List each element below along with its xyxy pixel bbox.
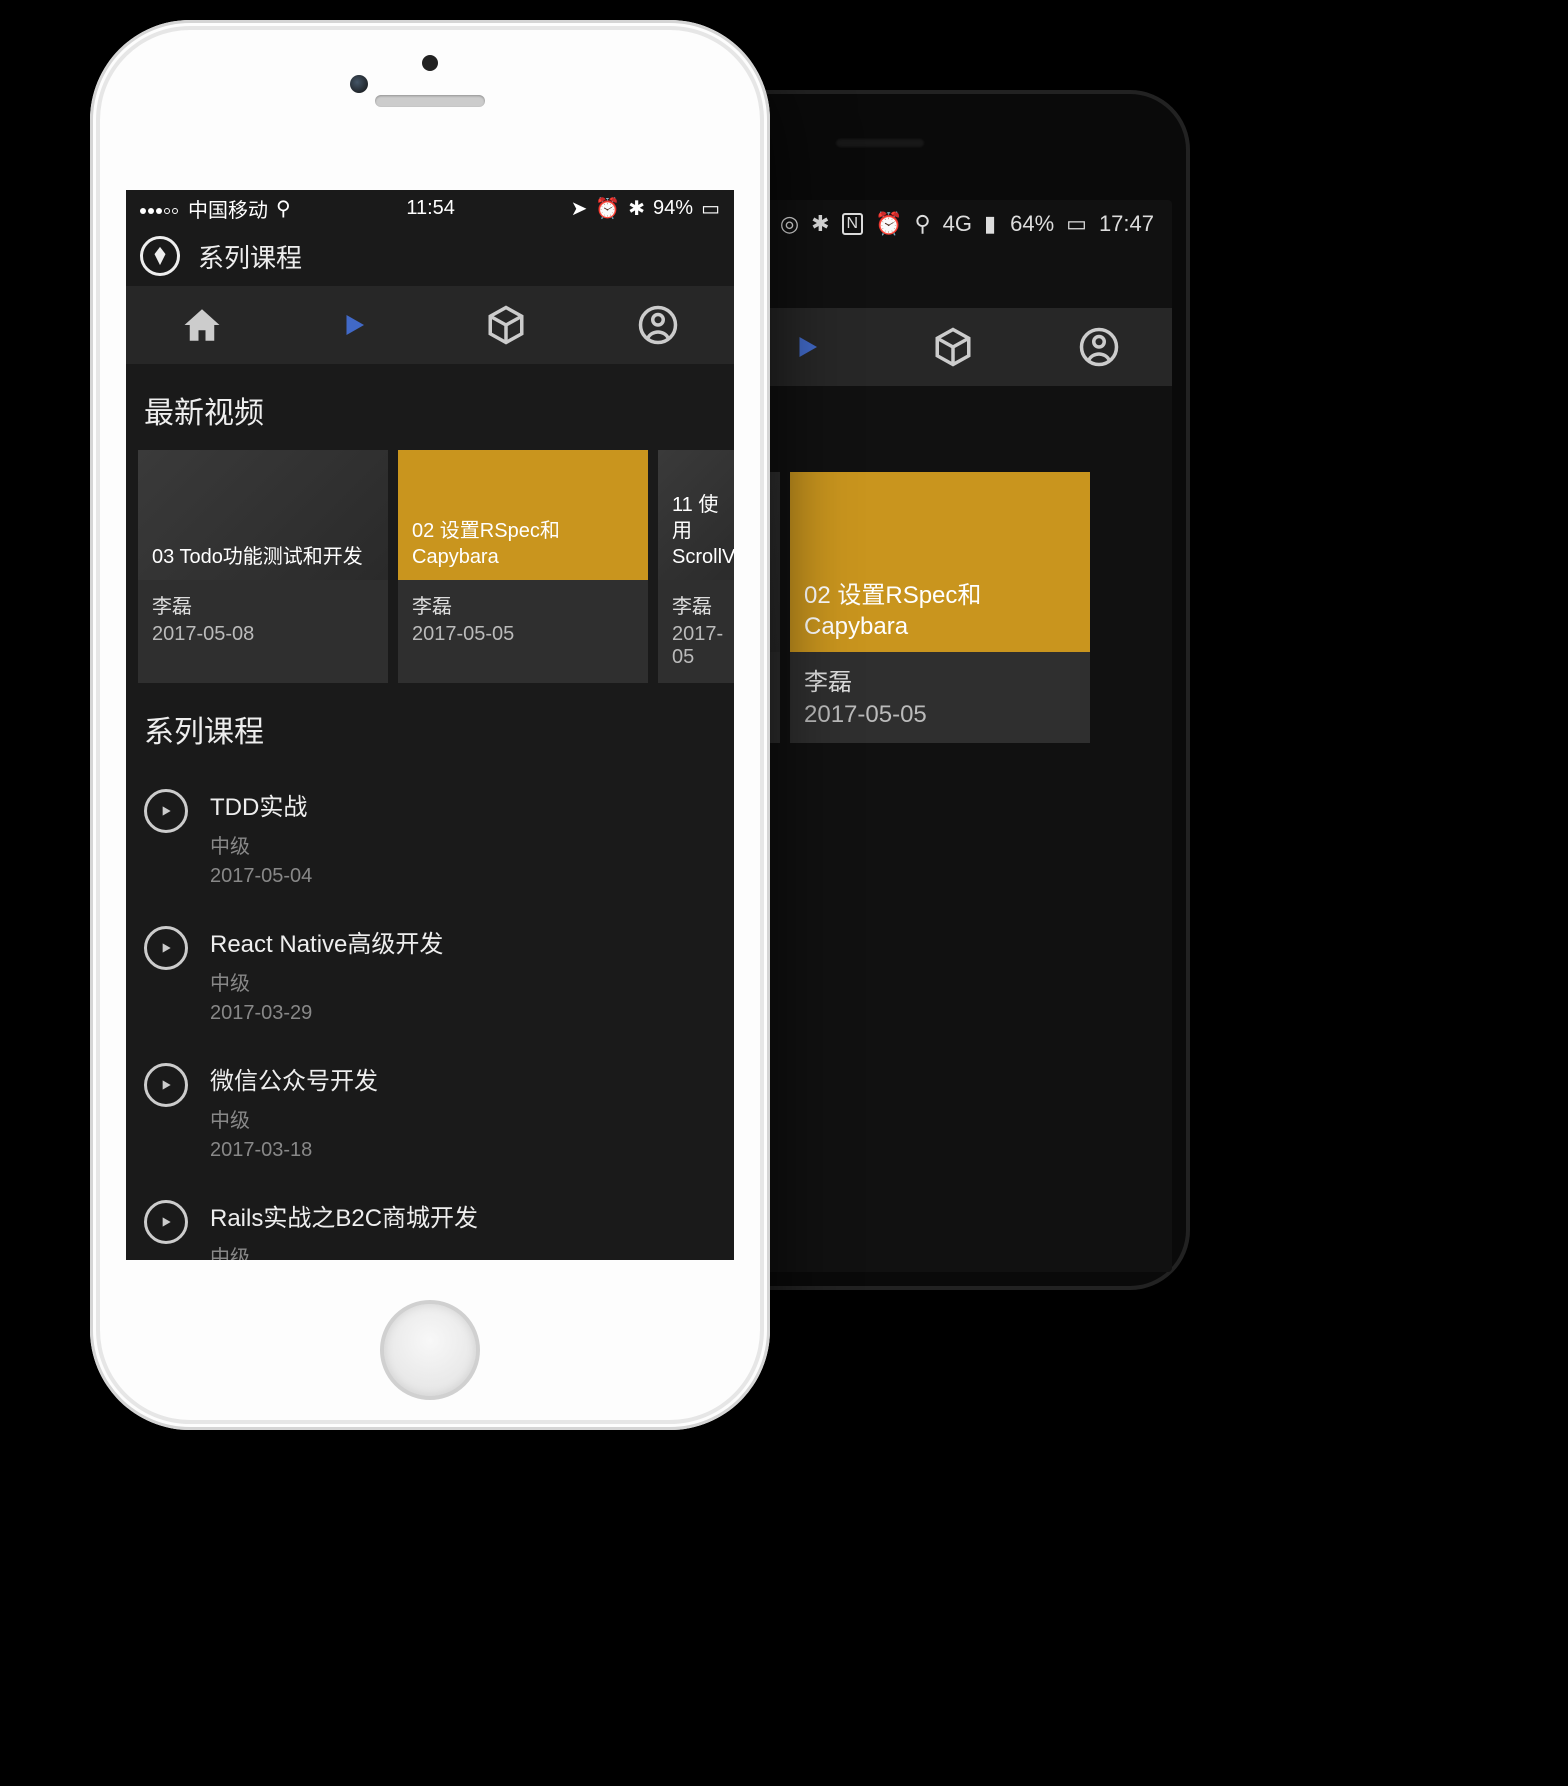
location-icon: ◎ — [780, 211, 799, 237]
appbar: 系列课程 — [126, 226, 734, 286]
video-card[interactable]: 02 设置RSpec和Capybara 李磊 2017-05-05 — [790, 472, 1090, 743]
bluetooth-icon: ✱ — [811, 211, 829, 237]
signal-dots-icon — [140, 197, 180, 220]
video-title: 11 使用 ScrollV — [672, 492, 734, 570]
video-author: 李磊 — [804, 662, 1076, 697]
nav-tabs — [126, 286, 734, 364]
video-card[interactable]: 02 设置RSpec和Capybara 李磊 2017-05-05 — [398, 450, 648, 683]
video-title: 02 设置RSpec和Capybara — [804, 580, 1076, 642]
video-date: 2017-05-05 — [804, 701, 1076, 729]
iphone-screen: 中国移动 ⚲ 11:54 ➤ ⏰ ✱ 94% ▭ 系列课程 — [126, 190, 734, 1260]
video-date: 2017-05-05 — [412, 623, 634, 646]
course-title: Rails实战之B2C商城开发 — [210, 1198, 478, 1233]
course-list: TDD实战 中级 2017-05-04 React Native高级开发 中级 … — [126, 769, 734, 1260]
carrier-text: 中国移动 — [188, 194, 268, 223]
home-button[interactable] — [380, 1300, 480, 1400]
clock-text: 11:54 — [406, 197, 455, 220]
nfc-icon: N — [842, 213, 864, 235]
video-title: 02 设置RSpec和Capybara — [412, 518, 634, 570]
course-level: 中级 — [210, 830, 312, 859]
course-title: TDD实战 — [210, 787, 312, 822]
battery-icon: ▭ — [701, 196, 720, 221]
video-author: 李磊 — [152, 590, 374, 619]
clock-text: 17:47 — [1099, 211, 1154, 237]
video-thumb: 11 使用 ScrollV — [658, 450, 734, 580]
battery-text: 64% — [1010, 211, 1054, 237]
battery-icon: ▭ — [1066, 211, 1087, 237]
course-level: 中级 — [210, 1241, 478, 1260]
wifi-icon: ⚲ — [915, 211, 931, 237]
course-title: 微信公众号开发 — [210, 1061, 378, 1096]
app-logo-icon[interactable] — [140, 236, 180, 276]
play-icon[interactable] — [144, 1063, 188, 1107]
tab-profile[interactable] — [582, 286, 734, 364]
video-date: 2017-05 — [672, 623, 734, 669]
video-thumb: 02 设置RSpec和Capybara — [398, 450, 648, 580]
iphone-camera — [350, 75, 368, 93]
course-item[interactable]: React Native高级开发 中级 2017-03-29 — [144, 906, 716, 1043]
wifi-icon: ⚲ — [276, 196, 291, 221]
tab-play[interactable] — [278, 286, 430, 364]
alarm-icon: ⏰ — [595, 196, 620, 221]
app-title: 系列课程 — [198, 238, 302, 275]
iphone-sensor — [422, 55, 438, 71]
iphone-device-frame: 中国移动 ⚲ 11:54 ➤ ⏰ ✱ 94% ▭ 系列课程 — [90, 20, 770, 1430]
alarm-icon: ⏰ — [875, 211, 902, 237]
course-date: 2017-05-04 — [210, 865, 312, 888]
play-icon[interactable] — [144, 789, 188, 833]
play-icon[interactable] — [144, 926, 188, 970]
course-item[interactable]: Rails实战之B2C商城开发 中级 2016-12-23 — [144, 1180, 716, 1260]
video-date: 2017-05-08 — [152, 623, 374, 646]
ios-statusbar: 中国移动 ⚲ 11:54 ➤ ⏰ ✱ 94% ▭ — [126, 190, 734, 226]
tab-profile[interactable] — [1026, 308, 1172, 386]
video-thumb: 03 Todo功能测试和开发 — [138, 450, 388, 580]
section-series-courses: 系列课程 — [126, 683, 734, 769]
video-author: 李磊 — [672, 590, 734, 619]
course-date: 2017-03-18 — [210, 1139, 378, 1162]
course-level: 中级 — [210, 1104, 378, 1133]
course-level: 中级 — [210, 967, 443, 996]
play-icon[interactable] — [144, 1200, 188, 1244]
course-item[interactable]: TDD实战 中级 2017-05-04 — [144, 769, 716, 906]
tab-home[interactable] — [126, 286, 278, 364]
bluetooth-icon: ✱ — [628, 196, 645, 221]
tab-box[interactable] — [880, 308, 1026, 386]
video-row[interactable]: 03 Todo功能测试和开发 李磊 2017-05-08 02 设置RSpec和… — [126, 450, 734, 683]
section-latest-videos: 最新视频 — [126, 364, 734, 450]
course-item[interactable]: 微信公众号开发 中级 2017-03-18 — [144, 1043, 716, 1180]
location-icon: ➤ — [571, 196, 588, 221]
video-card[interactable]: 11 使用 ScrollV 李磊 2017-05 — [658, 450, 734, 683]
course-title: React Native高级开发 — [210, 924, 443, 959]
signal-icon: ▮ — [984, 211, 998, 237]
network-type: 4G — [943, 211, 972, 237]
iphone-earpiece — [375, 95, 485, 107]
android-speaker — [835, 138, 925, 148]
battery-text: 94% — [653, 197, 693, 220]
video-title: 03 Todo功能测试和开发 — [152, 544, 363, 570]
video-thumb: 02 设置RSpec和Capybara — [790, 472, 1090, 652]
tab-box[interactable] — [430, 286, 582, 364]
video-card[interactable]: 03 Todo功能测试和开发 李磊 2017-05-08 — [138, 450, 388, 683]
course-date: 2017-03-29 — [210, 1002, 443, 1025]
video-author: 李磊 — [412, 590, 634, 619]
